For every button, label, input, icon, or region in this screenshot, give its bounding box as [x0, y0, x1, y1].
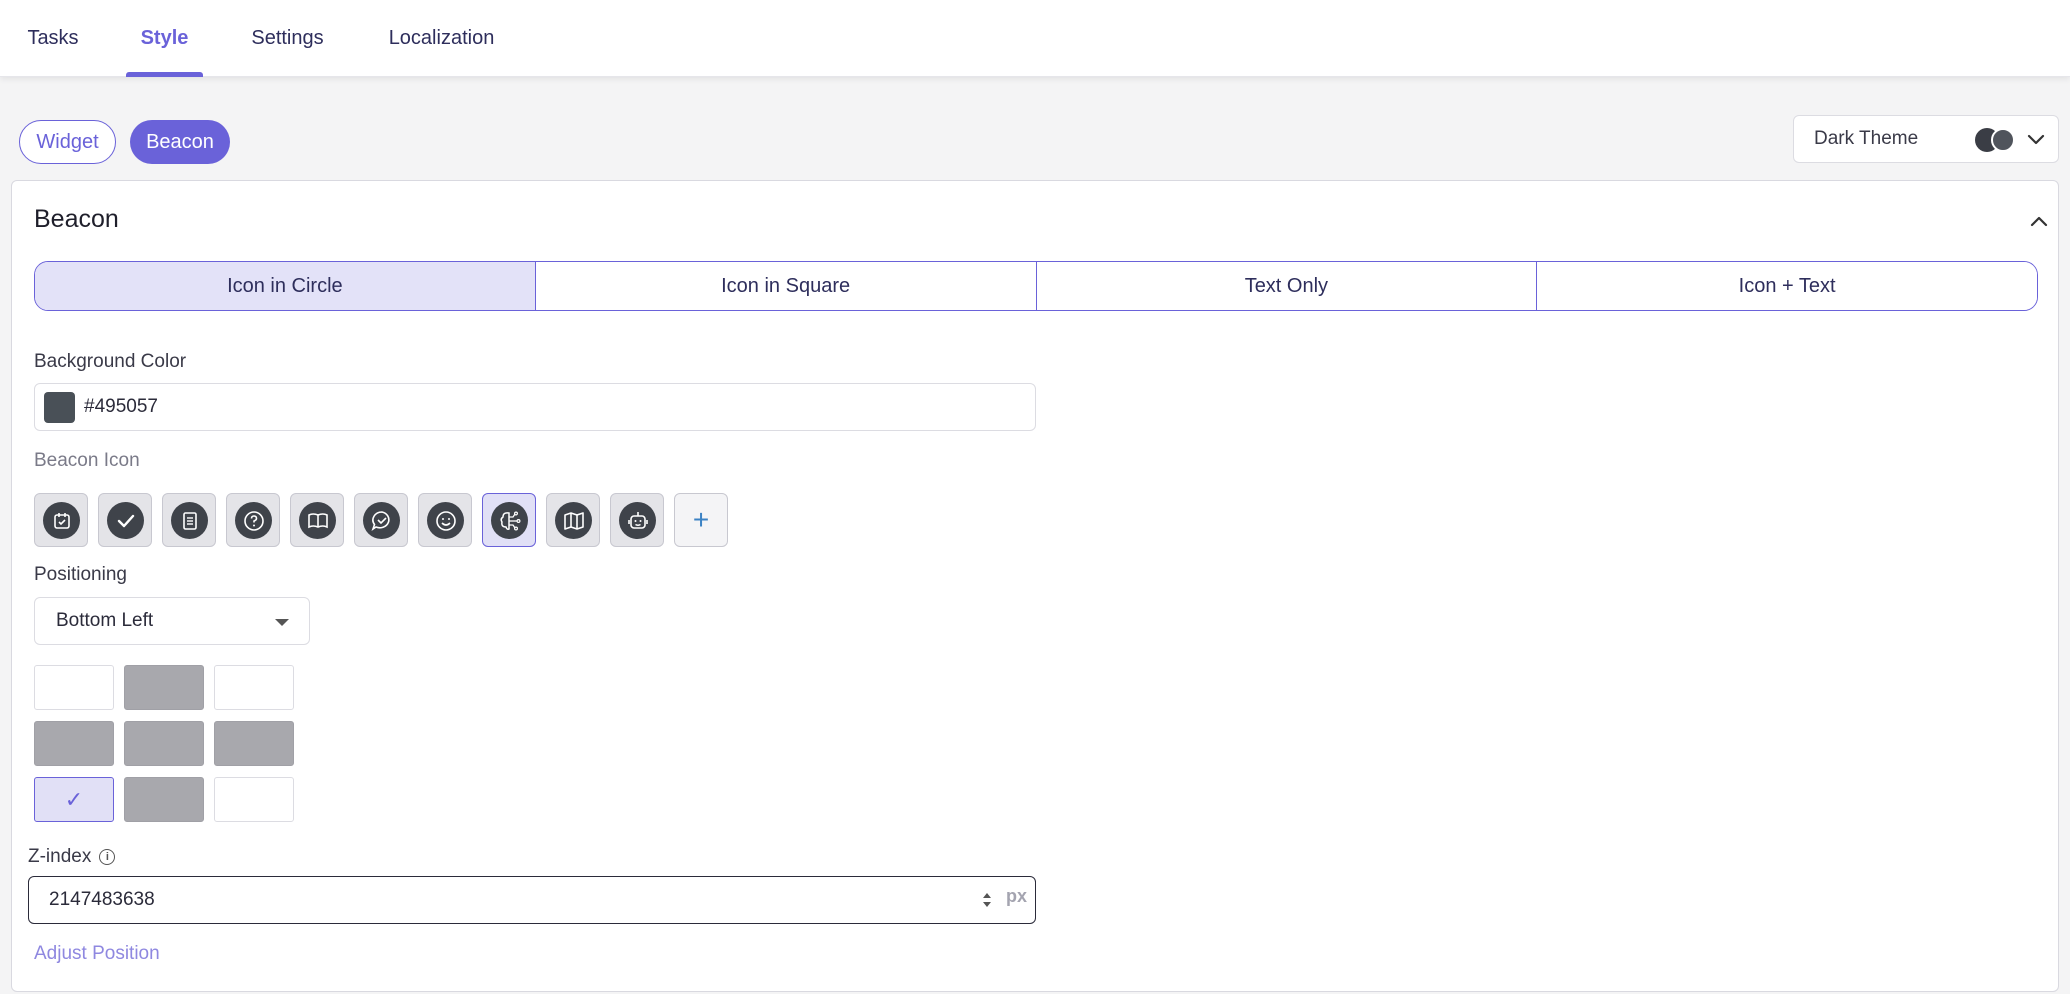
background-color-label: Background Color [34, 351, 187, 372]
beacon-icon-label: Beacon Icon [34, 450, 140, 471]
position-middle-left[interactable] [34, 721, 114, 766]
info-icon[interactable]: i [99, 849, 116, 865]
theme-label: Dark Theme [1814, 128, 1919, 149]
position-bottom-right[interactable] [214, 777, 294, 822]
chevron-down-icon [2027, 134, 2045, 145]
zindex-unit: px [1006, 886, 1028, 906]
question-icon [235, 502, 272, 539]
position-bottom-left[interactable]: ✓ [34, 777, 114, 822]
tab-settings[interactable]: Settings [251, 0, 324, 77]
map-icon [555, 502, 592, 539]
position-top-left[interactable] [34, 665, 114, 710]
chat-check-icon-button[interactable] [354, 493, 408, 547]
book-icon [299, 502, 336, 539]
robot-icon-button[interactable] [610, 493, 664, 547]
document-icon [171, 502, 208, 539]
background-color-input[interactable]: #495057 [34, 383, 1036, 431]
brain-circuit-icon [491, 502, 528, 539]
tab-tasks[interactable]: Tasks [27, 0, 79, 77]
positioning-value: Bottom Left [56, 610, 154, 631]
smiley-icon [427, 502, 464, 539]
zindex-value: 2147483638 [49, 889, 155, 910]
adjust-position-link[interactable]: Adjust Position [34, 943, 160, 965]
style-icon-plus-text[interactable]: Icon + Text [1537, 262, 2037, 310]
beacon-style-selector: Icon in Circle Icon in Square Text Only … [34, 261, 2038, 311]
position-middle-right[interactable] [214, 721, 294, 766]
position-bottom-center[interactable] [124, 777, 204, 822]
brain-circuit-icon-button[interactable] [482, 493, 536, 547]
book-icon-button[interactable] [290, 493, 344, 547]
style-icon-in-square[interactable]: Icon in Square [535, 262, 1037, 310]
widget-pill[interactable]: Widget [19, 120, 116, 164]
zindex-input[interactable]: 2147483638 px [28, 876, 1036, 924]
tab-style[interactable]: Style [126, 0, 203, 77]
stepper-icon[interactable] [980, 888, 994, 912]
positioning-label: Positioning [34, 564, 127, 585]
color-swatch[interactable] [44, 392, 75, 423]
calendar-check-icon-button[interactable] [34, 493, 88, 547]
question-icon-button[interactable] [226, 493, 280, 547]
zindex-label: Z-index [28, 846, 92, 867]
calendar-check-icon [43, 502, 80, 539]
robot-icon [619, 502, 656, 539]
theme-select[interactable]: Dark Theme [1793, 115, 2059, 163]
chevron-up-icon[interactable] [2029, 211, 2049, 231]
top-navigation: Tasks Style Settings Localization [0, 0, 2070, 77]
card-title: Beacon [34, 205, 119, 233]
positioning-select[interactable]: Bottom Left [34, 597, 310, 645]
beacon-card: Beacon Icon in Circle Icon in Square Tex… [11, 180, 2059, 992]
chat-check-icon [363, 502, 400, 539]
tab-localization[interactable]: Localization [387, 0, 496, 77]
style-icon-in-circle[interactable]: Icon in Circle [35, 262, 536, 310]
position-top-right[interactable] [214, 665, 294, 710]
add-icon-button[interactable]: + [674, 493, 728, 547]
caret-down-icon [275, 619, 289, 626]
zindex-label-group: Z-index i [28, 846, 116, 868]
check-icon-button[interactable] [98, 493, 152, 547]
map-icon-button[interactable] [546, 493, 600, 547]
style-text-only[interactable]: Text Only [1036, 262, 1538, 310]
position-middle-center[interactable] [124, 721, 204, 766]
beacon-pill[interactable]: Beacon [130, 120, 230, 164]
theme-swatch-icon [1975, 128, 2023, 152]
smiley-icon-button[interactable] [418, 493, 472, 547]
color-value: #495057 [84, 396, 158, 417]
document-icon-button[interactable] [162, 493, 216, 547]
check-icon [107, 502, 144, 539]
position-top-center[interactable] [124, 665, 204, 710]
